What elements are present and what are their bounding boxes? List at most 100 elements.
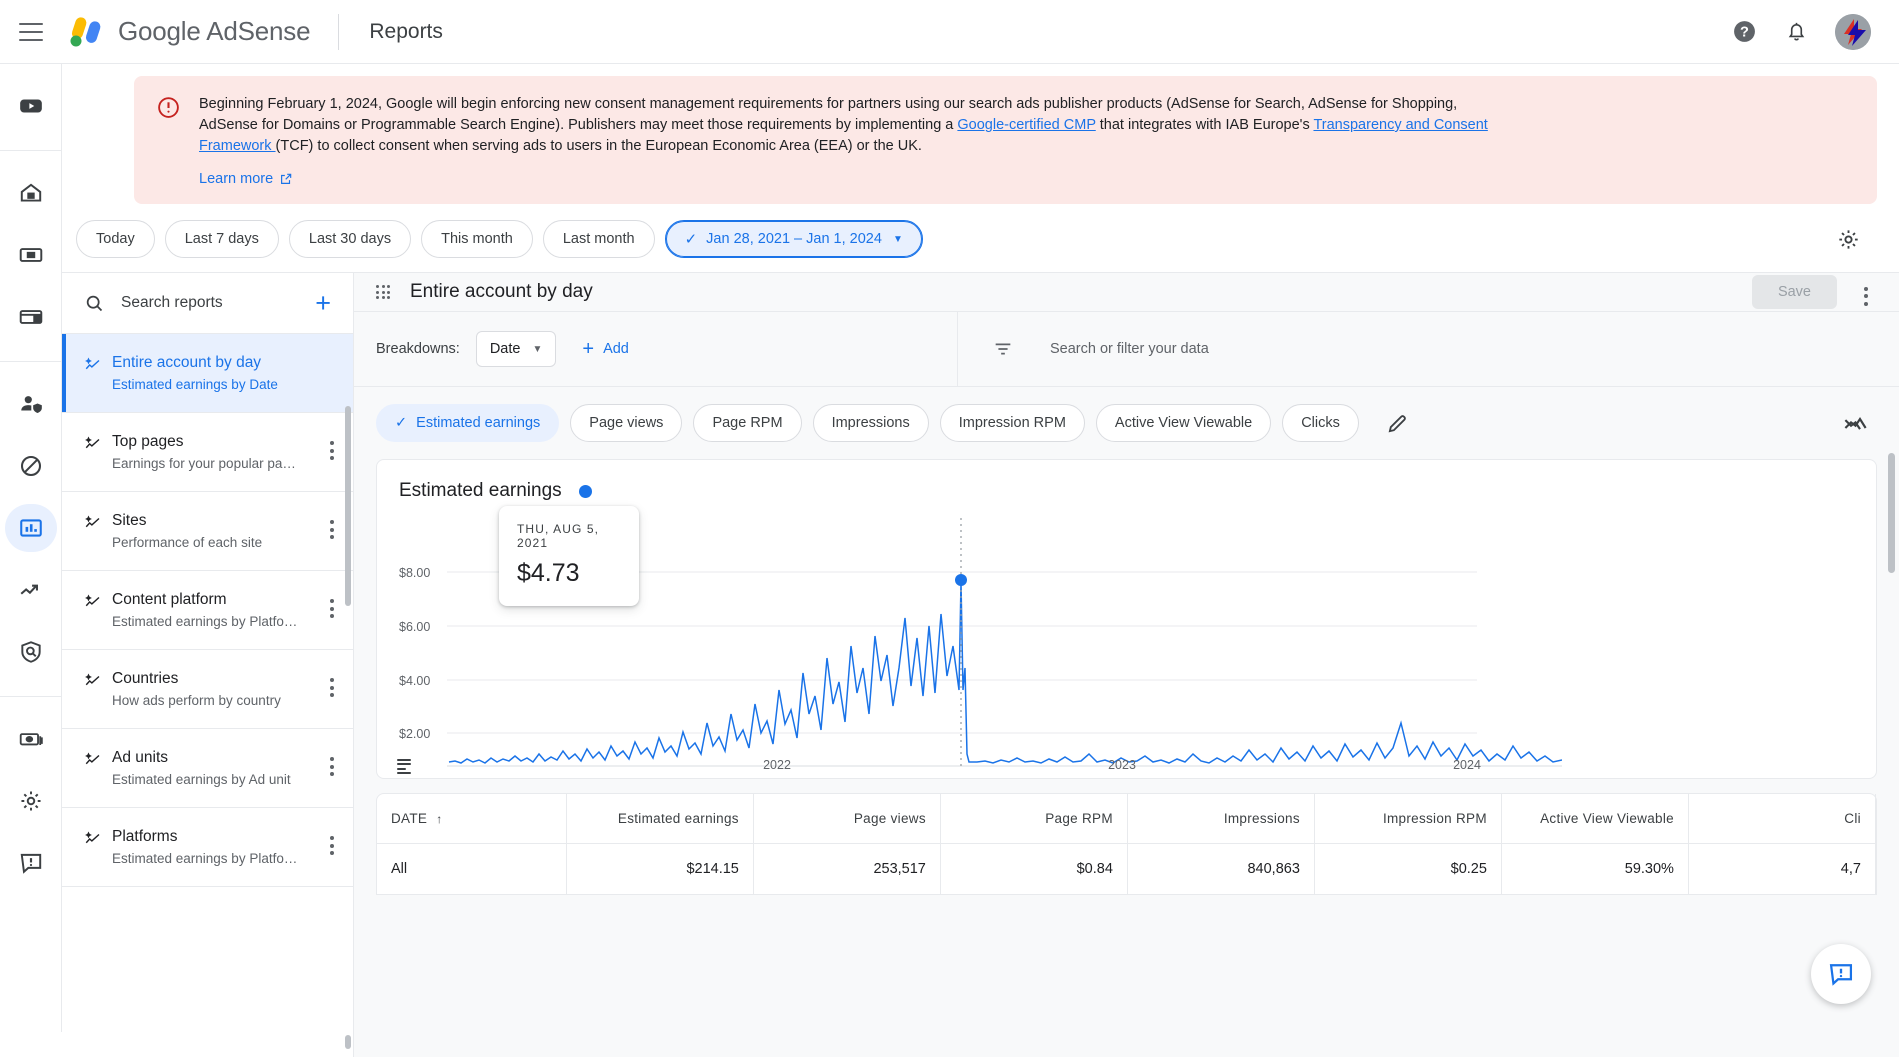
report-menu-button[interactable] [1855, 286, 1877, 306]
chart-selected-point [955, 574, 967, 586]
panel-scrollbar[interactable] [1888, 453, 1895, 573]
table-header-page-views[interactable]: Page views [754, 793, 941, 844]
sidebar-item-menu-button[interactable] [321, 441, 343, 460]
date-chip-last-7-days[interactable]: Last 7 days [164, 220, 279, 258]
add-breakdown-button[interactable]: + Add [582, 339, 629, 359]
sidebar-item-content-platform[interactable]: Content platform Estimated earnings by P… [62, 571, 353, 650]
table-header-active-view-viewable[interactable]: Active View Viewable [1502, 793, 1689, 844]
table-header-impression-rpm[interactable]: Impression RPM [1315, 793, 1502, 844]
search-reports-row[interactable]: Search reports + [62, 273, 353, 333]
filter-section[interactable]: Search or filter your data [958, 338, 1899, 360]
tooltip-date: THU, AUG 5, 2021 [517, 522, 600, 550]
metric-chip-impression-rpm[interactable]: Impression RPM [939, 404, 1085, 442]
google-certified-cmp-link[interactable]: Google-certified CMP [957, 117, 1095, 133]
learn-more-link[interactable]: Learn more [199, 171, 293, 187]
money-icon [19, 733, 43, 746]
metric-chip-impressions[interactable]: Impressions [812, 404, 929, 442]
table-row[interactable]: All $214.15 253,517 $0.84 840,863 $0.25 … [377, 844, 1876, 894]
sidebar-item-subtitle: Estimated earnings by Platfo… [112, 614, 298, 629]
sidebar-item-platforms[interactable]: Platforms Estimated earnings by Platfo… [62, 808, 353, 887]
x-axis-label-2023: 2023 [1108, 758, 1136, 772]
rail-item-payments[interactable] [7, 715, 55, 763]
sidebar-item-countries[interactable]: Countries How ads perform by country [62, 650, 353, 729]
table-cell-page-rpm: $0.84 [941, 844, 1128, 894]
chart-type-button[interactable] [1842, 410, 1869, 437]
rail-item-blocking-controls[interactable] [7, 442, 55, 490]
date-chip-custom-range[interactable]: ✓ Jan 28, 2021 – Jan 1, 2024 ▼ [664, 220, 923, 258]
sidebar-item-title: Platforms [112, 828, 178, 845]
date-chip-this-month[interactable]: This month [421, 220, 533, 258]
chart-plot[interactable]: $8.00 $6.00 $4.00 $2.00 THU, AUG 5, 2021… [377, 506, 1876, 778]
rail-item-brand-safety[interactable] [7, 628, 55, 676]
rail-item-ads[interactable] [7, 231, 55, 279]
date-chip-last-30-days[interactable]: Last 30 days [288, 220, 412, 258]
date-chip-last-month[interactable]: Last month [542, 220, 655, 258]
youtube-icon [19, 99, 42, 113]
rail-item-youtube[interactable] [7, 82, 55, 130]
sidebar-scroll-thumb-bottom[interactable] [345, 1035, 351, 1049]
sidebar-item-menu-button[interactable] [321, 757, 343, 776]
rail-item-reports[interactable] [4, 504, 57, 552]
date-chip-last-7-days-label: Last 7 days [184, 231, 259, 247]
sidebar-item-menu-button[interactable] [321, 520, 343, 539]
sidebar-item-menu-button[interactable] [321, 599, 343, 618]
sidebar-item-sites[interactable]: Sites Performance of each site [62, 492, 353, 571]
edit-metrics-button[interactable] [1386, 412, 1409, 435]
add-report-button[interactable]: + [307, 289, 339, 317]
table-header-estimated-earnings[interactable]: Estimated earnings [567, 793, 754, 844]
sidebar-item-ad-units[interactable]: Ad units Estimated earnings by Ad unit [62, 729, 353, 808]
reports-list: Entire account by day Estimated earnings… [62, 333, 353, 1055]
bell-icon[interactable] [1783, 19, 1809, 45]
sidebar-item-text: Ad units Estimated earnings by Ad unit [112, 749, 321, 787]
rail-item-sites[interactable] [7, 293, 55, 341]
filter-input[interactable]: Search or filter your data [1050, 341, 1209, 357]
sidebar-scrollbar[interactable] [345, 406, 351, 606]
page-title: Reports [369, 19, 443, 43]
report-settings-button[interactable] [1829, 220, 1867, 258]
home-icon [20, 183, 41, 202]
avatar[interactable] [1835, 13, 1871, 50]
date-chip-today[interactable]: Today [76, 220, 155, 258]
table-header-page-rpm[interactable]: Page RPM [941, 793, 1128, 844]
hamburger-icon[interactable] [19, 22, 43, 41]
save-button[interactable]: Save [1751, 275, 1837, 309]
breakdown-date-select[interactable]: Date ▼ [475, 331, 557, 367]
drag-handle-icon[interactable] [376, 285, 390, 299]
chart-card: Estimated earnings $8.00 $6.00 $4.00 $2.… [376, 459, 1877, 779]
sidebar-item-menu-button[interactable] [321, 678, 343, 697]
report-title: Entire account by day [410, 281, 593, 302]
report-icon [84, 751, 102, 774]
chart-menu-icon[interactable] [397, 758, 411, 774]
table-header-clicks[interactable]: Cli [1689, 793, 1876, 844]
consent-banner: Beginning February 1, 2024, Google will … [134, 76, 1877, 204]
metric-chip-estimated-earnings[interactable]: ✓ Estimated earnings [376, 404, 560, 442]
metric-chip-clicks[interactable]: Clicks [1282, 404, 1359, 442]
chart-title: Estimated earnings [399, 480, 562, 501]
metric-chip-page-rpm[interactable]: Page RPM [693, 404, 802, 442]
sidebar-item-menu-button[interactable] [321, 836, 343, 855]
metric-chip-page-views[interactable]: Page views [570, 404, 683, 442]
sidebar-item-top-pages[interactable]: Top pages Earnings for your popular pa… [62, 413, 353, 492]
rail-item-settings[interactable] [7, 777, 55, 825]
rail-item-feedback[interactable] [7, 839, 55, 887]
date-chip-custom-range-label: Jan 28, 2021 – Jan 1, 2024 [706, 231, 882, 247]
table-cell-impression-rpm: $0.25 [1315, 844, 1502, 894]
sidebar-item-entire-account-by-day[interactable]: Entire account by day Estimated earnings… [62, 334, 353, 413]
feedback-icon [20, 853, 41, 874]
report-icon [84, 435, 102, 458]
help-icon[interactable]: ? [1731, 19, 1757, 45]
rail-item-optimization[interactable] [7, 566, 55, 614]
search-input[interactable]: Search reports [121, 294, 307, 312]
metric-chip-active-view-viewable[interactable]: Active View Viewable [1095, 404, 1272, 442]
sidebar-item-title: Entire account by day [112, 354, 262, 371]
rail-item-home[interactable] [7, 169, 55, 217]
adsense-logo[interactable]: Google AdSense [65, 15, 311, 49]
x-axis-label-2022: 2022 [763, 758, 791, 772]
table-cell-active-view-viewable: 59.30% [1502, 844, 1689, 894]
feedback-fab[interactable] [1811, 944, 1871, 1004]
rail-item-privacy-messaging[interactable] [7, 380, 55, 428]
table-header-date[interactable]: DATE ↑ [377, 793, 567, 844]
banner-line-c: (TCF) to collect consent when serving ad… [275, 138, 922, 154]
app-bar: Google AdSense Reports ? [0, 0, 1899, 64]
table-header-impressions[interactable]: Impressions [1128, 793, 1315, 844]
